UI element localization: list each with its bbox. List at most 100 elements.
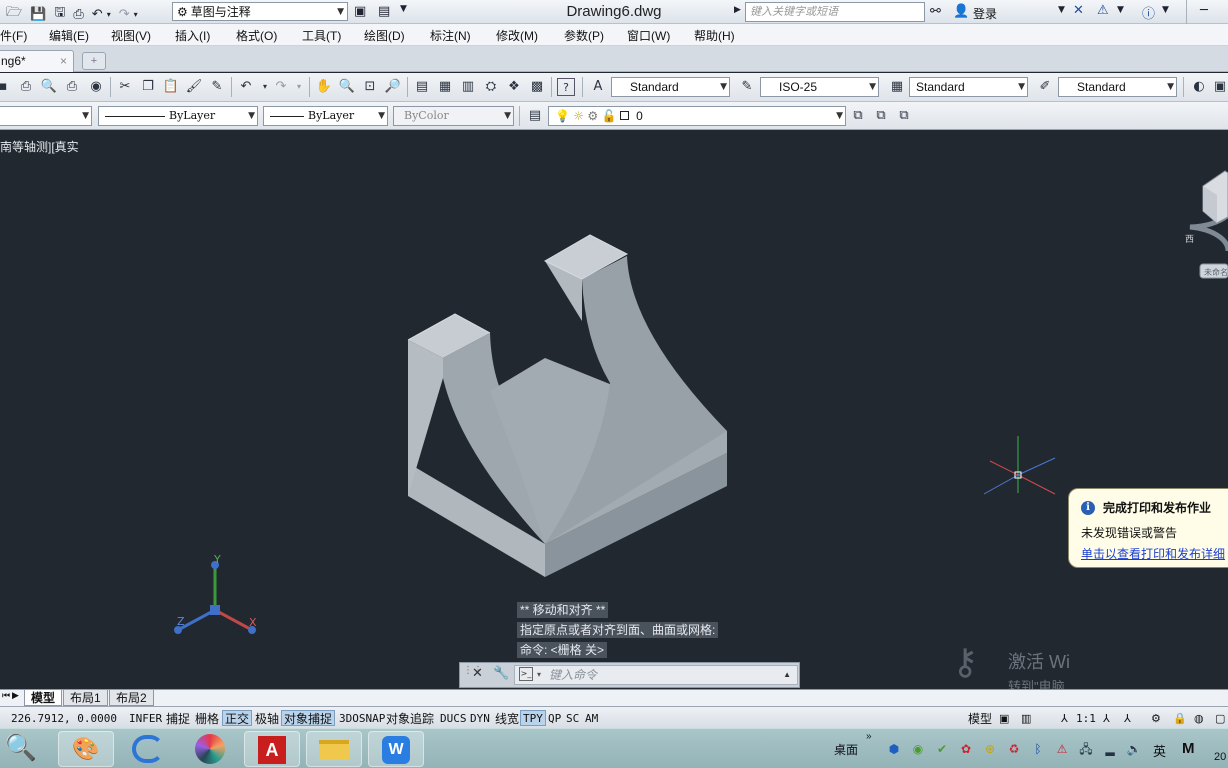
menu-edit[interactable]: 编辑(E) — [49, 27, 89, 44]
toggle-polar[interactable]: 极轴 — [252, 710, 282, 726]
toggle-tpy[interactable]: TPY — [520, 710, 546, 726]
autodesk-dropdown-icon[interactable]: ▼ — [1117, 5, 1124, 15]
undo-dropdown-icon[interactable]: ▾ — [107, 10, 111, 19]
properties-icon[interactable]: ▤ — [413, 78, 431, 96]
command-prompt-icon[interactable]: >_ — [519, 667, 533, 681]
save-icon[interactable]: ▪ — [0, 78, 12, 96]
notification-link[interactable]: 单击以查看打印和发布详细 — [1081, 545, 1228, 562]
chevron-down-icon[interactable]: ▾ — [537, 666, 541, 684]
customize-dropdown-icon[interactable]: ▼ — [400, 4, 407, 14]
search-expand-icon[interactable]: ▶ — [734, 5, 741, 15]
toggle-lineweight[interactable]: 线宽 — [492, 710, 522, 726]
sheet-set-icon[interactable]: ⛭ — [482, 78, 500, 96]
text-style-icon[interactable]: A — [589, 78, 607, 96]
warning-tray-icon[interactable]: ⚠ — [1054, 741, 1070, 757]
menu-format[interactable]: 格式(O) — [236, 27, 277, 44]
login-dropdown-icon[interactable]: ▼ — [1058, 5, 1065, 15]
publish-icon[interactable]: ⎙ — [63, 78, 81, 96]
match-properties-icon[interactable]: 🖌 — [185, 78, 203, 96]
dim-style-dropdown[interactable]: ISO-25 ▼ — [760, 77, 879, 97]
design-center-icon[interactable]: ▦ — [436, 78, 454, 96]
redo-dropdown-icon[interactable]: ▾ — [134, 10, 138, 19]
login-button[interactable]: 登录 — [973, 5, 997, 22]
plot-preview-icon[interactable]: 🔍 — [40, 78, 58, 96]
lineweight-dropdown[interactable]: ByLayer ▼ — [263, 106, 388, 126]
autodesk-icon[interactable]: ⚠ — [1097, 3, 1109, 18]
quick-view-layouts-icon[interactable]: ▣ — [996, 710, 1012, 726]
help-icon[interactable]: ? — [557, 78, 575, 96]
quick-view-drawings-icon[interactable]: ▥ — [1018, 710, 1034, 726]
annotation-visibility-icon[interactable]: ⅄ — [1100, 710, 1113, 726]
drawing-viewport[interactable]: 南等轴测][真实 Y X Z 西 未命名 ** 移动和对齐 ** 指定原点或者对… — [0, 131, 1228, 689]
tab-nav-first-icon[interactable]: ⏮ — [2, 691, 10, 701]
exchange-icon[interactable]: ✕ — [1073, 3, 1084, 18]
coordinates-readout[interactable]: 226.7912, 0.0000 — [8, 710, 120, 726]
auto-scale-icon[interactable]: ⅄ — [1121, 710, 1134, 726]
close-icon[interactable]: ✕ — [472, 666, 483, 681]
notification-balloon[interactable]: i 完成打印和发布作业 未发现错误或警告 单击以查看打印和发布详细 — [1068, 488, 1228, 568]
chevron-up-icon[interactable]: ▲ — [783, 666, 791, 684]
wrench-icon[interactable]: 🔧 — [493, 666, 509, 681]
toggle-dyn[interactable]: DYN — [467, 710, 493, 726]
network-icon[interactable]: 🖧 — [1078, 741, 1094, 757]
lock-icon[interactable]: 🔒 — [1170, 710, 1190, 726]
3d-solid-model[interactable] — [407, 234, 727, 577]
tab-nav-next-icon[interactable]: ▶ — [12, 691, 19, 701]
paste-icon[interactable]: 📋 — [162, 78, 180, 96]
color-dropdown[interactable]: ▼ — [0, 106, 92, 126]
toggle-ducs[interactable]: DUCS — [437, 710, 470, 726]
table-style-dropdown[interactable]: Standard ▼ — [909, 77, 1028, 97]
redo-icon[interactable]: ↷ — [272, 78, 290, 96]
tab-model[interactable]: 模型 — [24, 690, 63, 706]
3d-dwf-icon[interactable]: ◉ — [87, 78, 105, 96]
toggle-3dosnap[interactable]: 3DOSNAP — [336, 710, 388, 726]
clean-screen-icon[interactable]: ▢ — [1212, 710, 1228, 726]
calculator-icon[interactable]: ▩ — [528, 78, 546, 96]
toggle-ortho[interactable]: 正交 — [222, 710, 253, 726]
taskbar-paint-app[interactable]: 🎨 — [58, 731, 114, 767]
tool-palettes-icon[interactable]: ▥ — [459, 78, 477, 96]
make-current-layer-icon[interactable]: ⧉ — [849, 107, 867, 125]
check-tray-icon[interactable]: ✔ — [934, 741, 950, 757]
toggle-otrack[interactable]: 对象追踪 — [383, 710, 437, 726]
command-input[interactable]: >_ ▾ 键入命令 ▲ — [514, 665, 798, 685]
zoom-previous-icon[interactable]: 🔎 — [384, 78, 402, 96]
tab-layout2[interactable]: 布局2 — [109, 690, 154, 706]
plot-icon[interactable]: ⎙ — [17, 78, 35, 96]
ime-mode[interactable]: M — [1182, 740, 1195, 757]
markup-icon[interactable]: ❖ — [505, 78, 523, 96]
text-style-dropdown[interactable]: Standard ▼ — [611, 77, 730, 97]
close-icon[interactable]: × — [60, 51, 67, 71]
multileader-style-dropdown[interactable]: Standard ▼ — [1058, 77, 1177, 97]
double-chevron-icon[interactable]: » — [866, 731, 872, 742]
annotation-scale-value[interactable]: 1:1 — [1073, 710, 1099, 726]
edge-browser-icon[interactable] — [132, 735, 164, 763]
redo-icon[interactable]: ↷ — [119, 7, 130, 22]
menu-parametric[interactable]: 参数(P) — [564, 27, 604, 44]
workspace-switch-icon[interactable]: ⚙ — [1148, 710, 1164, 726]
toggle-am[interactable]: AM — [582, 710, 601, 726]
zoom-realtime-icon[interactable]: 🔍 — [338, 78, 356, 96]
properties-icon[interactable]: ▤ — [378, 4, 390, 19]
taskbar-wps[interactable]: W — [368, 731, 424, 767]
menu-insert[interactable]: 插入(I) — [175, 27, 210, 44]
layout-icon[interactable]: ▣ — [1211, 78, 1228, 96]
nvidia-tray-icon[interactable]: ◉ — [910, 741, 926, 757]
toggle-osnap[interactable]: 对象捕捉 — [281, 710, 336, 726]
undo-icon[interactable]: ↶ — [237, 78, 255, 96]
flower-tray-icon[interactable]: ✿ — [958, 741, 974, 757]
bluetooth-icon[interactable]: ᛒ — [1030, 741, 1046, 757]
toggle-sc[interactable]: SC — [563, 710, 582, 726]
layer-properties-icon[interactable]: ▤ — [526, 107, 544, 125]
menu-help[interactable]: 帮助(H) — [694, 27, 735, 44]
binoculars-icon[interactable]: ⚯ — [930, 4, 941, 19]
block-editor-icon[interactable]: ✎ — [208, 78, 226, 96]
taskbar-autocad[interactable]: A — [244, 731, 300, 767]
toggle-infer[interactable]: INFER — [126, 710, 165, 726]
recycle-tray-icon[interactable]: ♻ — [1006, 741, 1022, 757]
menu-draw[interactable]: 绘图(D) — [364, 27, 405, 44]
open-icon[interactable]: 🗁 — [6, 3, 22, 25]
saveas-icon[interactable]: 🖫 — [54, 3, 65, 25]
search-icon[interactable]: 🔍 — [4, 733, 38, 765]
zoom-window-icon[interactable]: ⊡ — [361, 78, 379, 96]
